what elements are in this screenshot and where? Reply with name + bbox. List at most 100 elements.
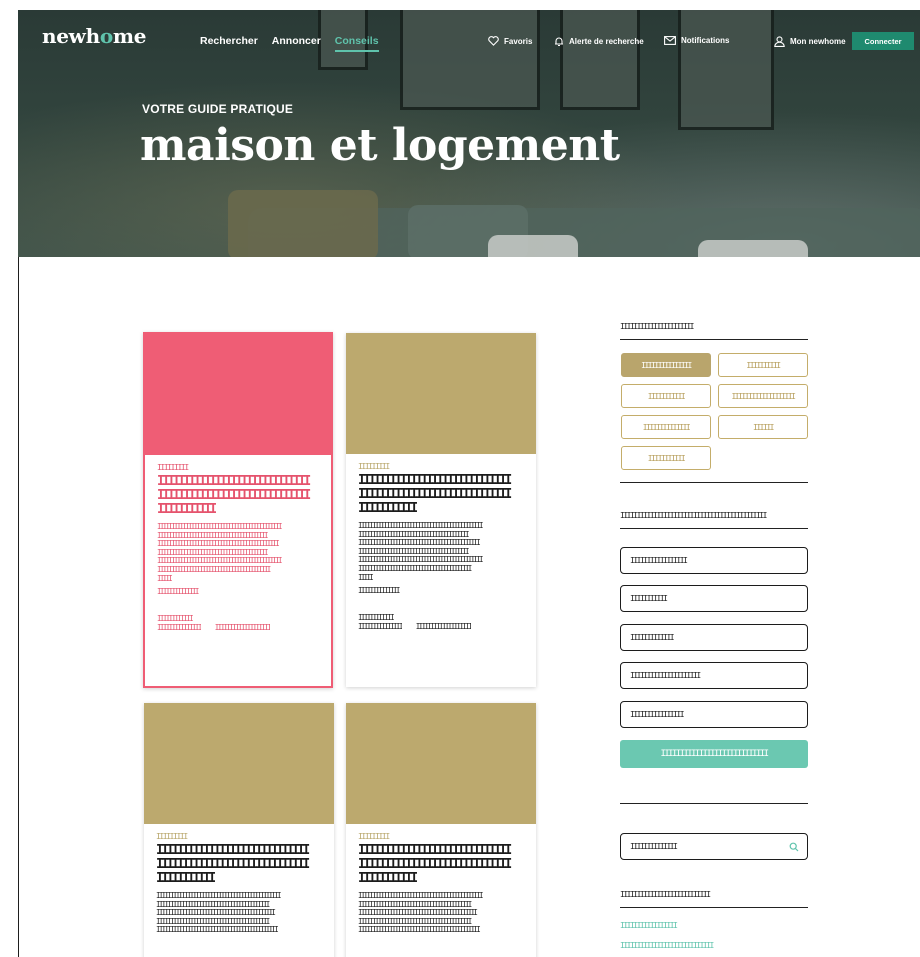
- card-reading-time: IIIIIIIIIIIIIIIIIII: [415, 622, 472, 632]
- account-label: Mon newhome: [790, 37, 846, 46]
- card-read-more[interactable]: IIIIIIIIIIIIII: [358, 586, 524, 595]
- card-title-line: IIIIIIIIIIIIIIIIIIIIIIIIIIIII: [156, 844, 310, 858]
- card-title-line: IIIIIIIIIIIIIIIIIIIIIIIIIIIII: [358, 858, 512, 872]
- sidebar-link[interactable]: IIIIIIIIIIIIIIIII: [620, 921, 678, 930]
- card-title-line: IIIIIIIIIII: [358, 872, 418, 886]
- card-reading-time: IIIIIIIIIIIIIIIIIII: [214, 623, 271, 633]
- newsletter-field[interactable]: IIIIIIIIIIIIIIIIIIIII: [620, 662, 808, 689]
- divider: [620, 907, 808, 908]
- card-image: [144, 703, 334, 824]
- card-excerpt-line: IIIIIIIIIIIIIIIIIIIIIIIIIIIIIIIIIIIIIII: [358, 547, 470, 556]
- newsletter-heading: IIIIIIIIIIIIIIIIIIIIIIIIIIIIIIIIIIIIIIII…: [620, 511, 767, 520]
- hero-banner: newhome Rechercher Annoncer Conseils Fav…: [18, 10, 920, 257]
- card-read-more[interactable]: IIIIIIIIIIIIII: [157, 587, 319, 596]
- newsletter-field[interactable]: IIIIIIIIIIIIIIIII: [620, 547, 808, 574]
- card-title-line: IIIIIIIIIIIIIIIIIIIIIIIIIIIII: [358, 844, 512, 858]
- card-excerpt-line: IIIIIIIIIIIIIIIIIIIIIIIIIIIIIIIIIIIIIIII…: [358, 926, 481, 935]
- article-card[interactable]: IIIIIIIII IIIIIIIIIIIIIIIIIIIIIIIIIIIII …: [346, 703, 536, 957]
- category-chip[interactable]: IIIIIIIIIII: [621, 446, 711, 470]
- envelope-icon: [664, 36, 676, 45]
- divider: [620, 482, 808, 483]
- card-author: IIIIIIIIIIII: [358, 613, 395, 623]
- card-excerpt-line: IIIIIIIIIIIIIIIIIIIIIIIIIIIIIIIIIIIIIIII: [358, 917, 472, 926]
- hero-kicker: VOTRE GUIDE PRATIQUE: [142, 102, 294, 116]
- bell-icon: [555, 37, 563, 47]
- nav-rechercher[interactable]: Rechercher: [200, 35, 258, 52]
- newsletter-field[interactable]: IIIIIIIIIIIIIIII: [620, 701, 808, 728]
- article-card[interactable]: IIIIIIIII IIIIIIIIIIIIIIIIIIIIIIIIIIIII …: [144, 703, 334, 957]
- card-excerpt-line: IIIIIIIIIIIIIIIIIIIIIIIIIIIIIIIIIIIIIIII…: [358, 892, 484, 900]
- account-link[interactable]: Mon newhome: [774, 36, 846, 47]
- card-excerpt-line: IIIIIIIIIIIIIIIIIIIIIIIIIIIIIIIIIIIIIIII: [156, 900, 270, 909]
- card-excerpt-line: IIIIIIIIIIIIIIIIIIIIIIIIIIIIIIIIIIIIIII: [157, 531, 269, 540]
- article-card[interactable]: IIIIIIIII IIIIIIIIIIIIIIIIIIIIIIIIIIIII …: [143, 332, 333, 688]
- top-navigation: newhome Rechercher Annoncer Conseils Fav…: [18, 10, 920, 60]
- card-excerpt-line: IIIIIIIIIIIIIIIIIIIIIIIIIIIIIIIIIIIIIIII: [157, 565, 271, 574]
- card-image: [346, 703, 536, 824]
- newsletter-submit-button[interactable]: IIIIIIIIIIIIIIIIIIIIIIIIIIII: [620, 740, 808, 768]
- card-body: IIIIIIIII IIIIIIIIIIIIIIIIIIIIIIIIIIIII …: [346, 824, 536, 935]
- card-excerpt-line: IIIIIIIIIIIIIIIIIIIIIIIIIIIIIIIIIIIIIIII: [156, 917, 270, 926]
- pillow-shape: [698, 240, 808, 257]
- search-value: IIIIIIIIIIIIII: [630, 842, 678, 851]
- card-excerpt-line: IIIIIIIIIIIIIIIIIIIIIIIIIIIIIIIIIIIIIIII…: [358, 539, 481, 548]
- card-excerpt-line: IIIIIIIIIIIIIIIIIIIIIIIIIIIIIIIIIIIIIIII…: [358, 556, 484, 565]
- card-body: IIIIIIIII IIIIIIIIIIIIIIIIIIIIIIIIIIIII …: [145, 455, 331, 632]
- category-chip[interactable]: IIIIIIIIIIIIII: [621, 415, 711, 439]
- card-date: IIIIIIIIIIIIIII: [157, 623, 201, 633]
- nav-annoncer[interactable]: Annoncer: [272, 35, 321, 52]
- card-excerpt-line: IIIIIIIIIIIIIIIIIIIIIIIIIIIIIIIIIIIIIII: [157, 548, 269, 557]
- nav-conseils[interactable]: Conseils: [334, 35, 379, 52]
- card-category: IIIIIIIII: [156, 833, 188, 841]
- card-body: IIIIIIIII IIIIIIIIIIIIIIIIIIIIIIIIIIIII …: [346, 454, 536, 631]
- alerte-link[interactable]: Alerte de recherche: [554, 36, 644, 47]
- category-chip[interactable]: IIIIIIIIIIIIIII: [621, 353, 711, 377]
- card-title-line: IIIIIIIIIIIIIIIIIIIIIIIIIIIII: [358, 488, 512, 502]
- favoris-label: Favoris: [504, 36, 533, 46]
- card-title-line: IIIIIIIIIII: [156, 872, 216, 886]
- card-image: [346, 333, 536, 454]
- heart-icon: [488, 36, 499, 46]
- card-body: IIIIIIIII IIIIIIIIIIIIIIIIIIIIIIIIIIIII …: [144, 824, 334, 935]
- search-icon[interactable]: [789, 842, 799, 852]
- category-chip[interactable]: IIIIIIIIIII: [621, 384, 711, 408]
- user-icon: [774, 36, 785, 47]
- card-date: IIIIIIIIIIIIIII: [358, 622, 402, 632]
- card-excerpt-line: IIIIIIIIIIIIIIIIIIIIIIIIIIIIIIIIIIIIIIII…: [156, 926, 279, 935]
- hero-title: maison et logement: [140, 120, 620, 171]
- divider: [620, 528, 808, 529]
- alerte-label: Alerte de recherche: [569, 37, 644, 46]
- divider: [620, 339, 808, 340]
- article-card[interactable]: IIIIIIIII IIIIIIIIIIIIIIIIIIIIIIIIIIIII …: [346, 333, 536, 687]
- divider: [620, 803, 808, 804]
- card-title-line: IIIIIIIIIIIIIIIIIIIIIIIIIIIII: [156, 858, 310, 872]
- card-category: IIIIIIIII: [157, 464, 189, 472]
- categories-heading: IIIIIIIIIIIIIIIIIIIIII: [620, 322, 694, 331]
- favoris-link[interactable]: Favoris: [488, 36, 532, 46]
- sidebar-link[interactable]: IIIIIIIIIIIIIIIIIIIIIIIIIIII: [620, 941, 714, 950]
- card-title-line: IIIIIIIIIIIIIIIIIIIIIIIIIIIII: [157, 475, 311, 489]
- card-excerpt-line: IIIIIIIIIIIIIIIIIIIIIIIIIIIIIIIIIIIIIIII…: [358, 522, 484, 530]
- card-image: [145, 334, 331, 455]
- card-excerpt-line: IIIIIIIIIIIIIIIIIIIIIIIIIIIIIIIIIIIIIIII…: [156, 892, 282, 900]
- pillow-shape: [228, 190, 378, 257]
- card-excerpt-line: IIIIIIIIIIIIIIIIIIIIIIIIIIIIIIIIIIIIIIII…: [157, 540, 280, 549]
- card-excerpt-line: IIIIIIIIIIIIIIIIIIIIIIIIIIIIIIIIIIIIIIII: [358, 564, 472, 573]
- card-excerpt-line: IIIII: [157, 574, 173, 583]
- connect-button[interactable]: Connecter: [852, 32, 914, 50]
- notifications-link[interactable]: Notifications: [664, 36, 729, 45]
- newsletter-field[interactable]: IIIIIIIIIIIII: [620, 624, 808, 651]
- category-chip[interactable]: IIIIIIIIIIIIIIIIIII: [718, 384, 808, 408]
- category-chip[interactable]: IIIIII: [718, 415, 808, 439]
- card-excerpt-line: IIIIIIIIIIIIIIIIIIIIIIIIIIIIIIIIIIIIIIII…: [157, 557, 283, 566]
- page-left-border: [18, 257, 19, 957]
- card-title-line: IIIIIIIIIIIIIIIIIIIIIIIIIIIII: [157, 489, 311, 503]
- category-chip[interactable]: IIIIIIIIII: [718, 353, 808, 377]
- card-author: IIIIIIIIIIII: [157, 614, 194, 624]
- card-excerpt-line: IIIII: [358, 573, 374, 582]
- card-excerpt-line: IIIIIIIIIIIIIIIIIIIIIIIIIIIIIIIIIIIIIIII: [358, 900, 472, 909]
- search-input[interactable]: IIIIIIIIIIIIII: [620, 833, 808, 860]
- newhome-logo[interactable]: newhome: [42, 24, 146, 48]
- notifications-label: Notifications: [681, 36, 730, 45]
- newsletter-field[interactable]: IIIIIIIIIII: [620, 585, 808, 612]
